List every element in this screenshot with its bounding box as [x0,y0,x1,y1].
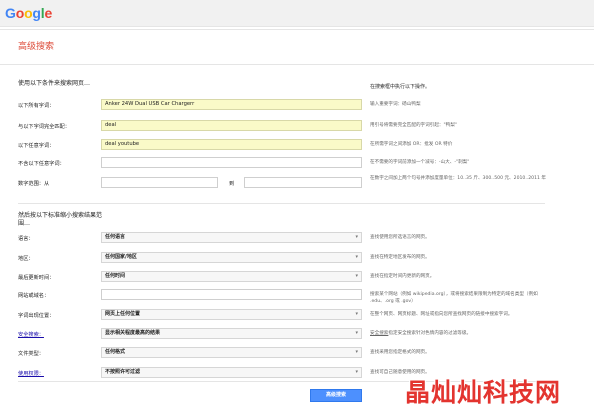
advanced-search-button[interactable]: 高级搜索 [310,389,362,402]
any-words-input[interactable]: deal youtube [101,139,362,150]
language-value: 任何语言 [105,234,126,240]
exact-phrase-label: 与以下字词完全匹配： [18,124,70,130]
safesearch-label[interactable]: 安全搜索： [18,331,44,338]
site-domain-hint: 搜索某个网站（例如 wikipedia.org），或将搜索结果限制为特定的域名类… [370,292,538,304]
range-to-label: 到 [229,181,235,187]
usage-rights-value: 不按照许可过滤 [105,369,141,375]
last-update-value: 任何时间 [105,273,126,279]
usage-rights-label[interactable]: 使用权限： [18,370,44,377]
region-label: 地区： [18,256,34,262]
file-type-label: 文件类型： [18,351,44,357]
logo-letter: G [5,5,16,21]
safesearch-hint-text: 指定安全搜索针对色情内容的过滤等级。 [388,331,472,336]
any-words-hint: 在所需字词之间添加 OR：批发 OR 特价 [370,142,453,147]
chevron-down-icon: ▾ [355,234,358,240]
file-type-value: 任何格式 [105,349,126,355]
none-words-hint: 在不需要的字词前添加一个减号：-山大、-"刺梨" [370,160,470,165]
last-update-hint: 查找在指定时间内更新的网页。 [370,274,435,279]
region-hint: 查找在特定地区发布的网页。 [370,255,430,260]
range-to-input[interactable] [244,177,362,188]
chevron-down-icon: ▾ [355,273,358,279]
number-range-label: 数字范围：从 [18,181,50,187]
all-words-hint: 输入重要字词：砀山鸭梨 [370,102,421,107]
top-bar [0,0,594,27]
chevron-down-icon: ▾ [355,254,358,260]
any-words-label: 以下任意字词： [18,143,55,149]
usage-rights-select[interactable]: 不按照许可过滤 ▾ [101,367,362,378]
chevron-down-icon: ▾ [355,330,358,336]
section1-hint-heading: 在搜索框中执行以下操作。 [370,84,431,90]
site-domain-label: 网站或域名： [18,293,50,299]
all-words-input[interactable]: Anker 24W Dual USB Car Chargerr [101,99,362,110]
range-from-input[interactable] [101,177,218,188]
language-select[interactable]: 任何语言 ▾ [101,232,362,243]
safesearch-hint: 安全搜索指定安全搜索针对色情内容的过滤等级。 [370,331,550,338]
watermark: 晶灿灿科技网 [405,378,562,407]
divider [0,64,594,65]
safesearch-link[interactable]: 安全搜索 [370,331,388,336]
language-hint: 查找使用您所选语言的网页。 [370,235,430,240]
safesearch-select[interactable]: 显示相关程度最高的结果 ▾ [101,328,362,339]
exact-phrase-hint: 用引号将需要完全匹配的字词引起："鸭梨" [370,123,457,128]
none-words-label: 不含以下任意字词： [18,161,65,167]
logo-letter: g [32,5,41,21]
last-update-label: 最后更新时间： [18,275,55,281]
section1-heading: 使用以下条件来搜索网页… [18,80,91,87]
number-range-hint: 在数字之间加上两个句号并添加度量单位：10..35 斤、300..500 元、2… [370,176,547,181]
region-value: 任何国家/地区 [105,254,137,260]
google-logo[interactable]: Google [5,5,52,21]
divider [18,203,545,204]
safesearch-value: 显示相关程度最高的结果 [105,330,161,336]
terms-appearing-select[interactable]: 网页上任何位置 ▾ [101,309,362,320]
section2-heading: 然后按以下标准缩小搜索结果范围… [18,212,103,227]
region-select[interactable]: 任何国家/地区 ▾ [101,252,362,263]
divider [0,29,594,30]
terms-appearing-label: 字词出现位置： [18,313,55,319]
site-domain-input[interactable] [101,289,362,300]
last-update-select[interactable]: 任何时间 ▾ [101,271,362,282]
all-words-label: 以下所有字词： [18,103,55,109]
file-type-select[interactable]: 任何格式 ▾ [101,347,362,358]
chevron-down-icon: ▾ [355,311,358,317]
none-words-input[interactable] [101,157,362,168]
terms-appearing-value: 网页上任何位置 [105,311,141,317]
logo-letter: o [15,5,25,21]
exact-phrase-input[interactable]: deal [101,120,362,131]
file-type-hint: 查找采用您指定格式的网页。 [370,350,430,355]
page-title: 高级搜索 [18,42,55,52]
language-label: 语言： [18,236,34,242]
chevron-down-icon: ▾ [355,349,358,355]
chevron-down-icon: ▾ [355,369,358,375]
logo-letter: e [44,5,53,21]
terms-appearing-hint: 在整个网页、网页标题、网址或指向您所查找网页的链接中搜索字词。 [370,312,513,317]
